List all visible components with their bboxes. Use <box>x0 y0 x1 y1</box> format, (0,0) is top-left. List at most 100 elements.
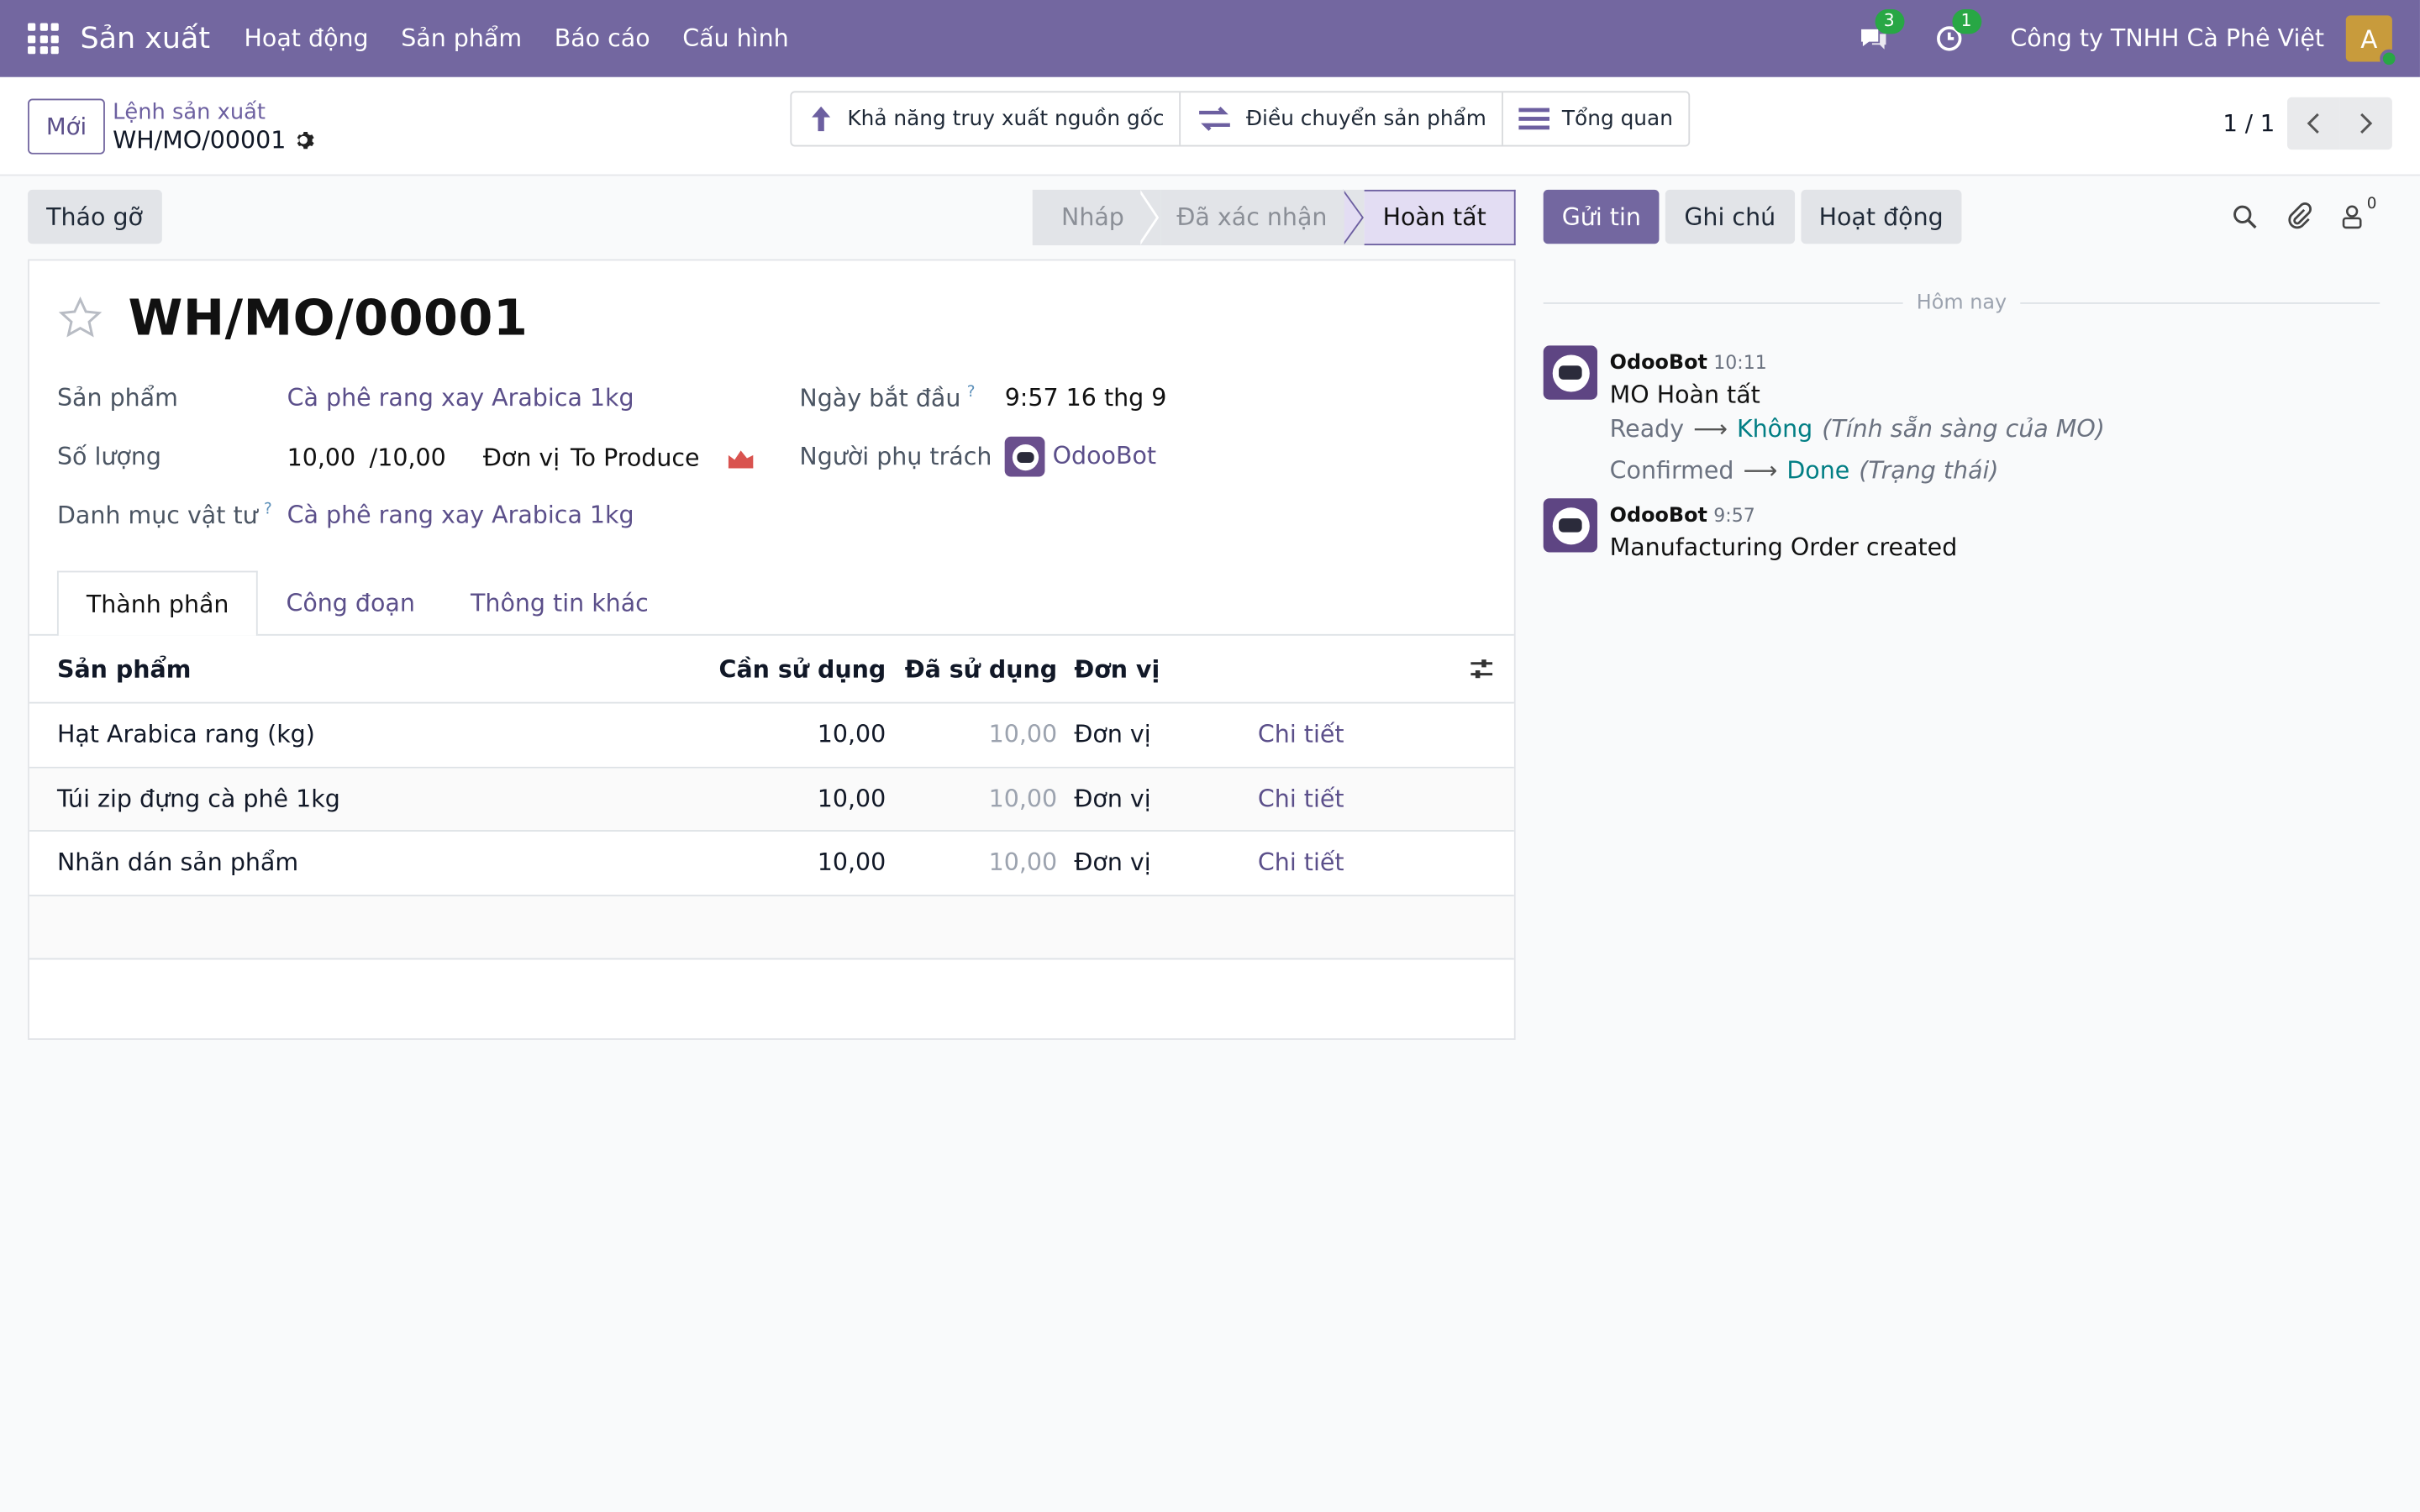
tracking-field: (Trạng thái) <box>1859 456 1999 485</box>
product-moves-label: Điều chuyển sản phẩm <box>1245 106 1486 132</box>
log-note-button[interactable]: Ghi chú <box>1665 189 1795 244</box>
traceability-button[interactable]: Khả năng truy xuất nguồn gốc <box>792 92 1181 145</box>
row-uom: Đơn vị <box>1074 848 1151 877</box>
paperclip-icon[interactable] <box>2285 202 2312 230</box>
odoobot-avatar[interactable] <box>1543 345 1597 400</box>
menu-operations[interactable]: Hoạt động <box>245 24 369 52</box>
overview-button[interactable]: Tổng quan <box>1503 92 1688 144</box>
smart-buttons: Khả năng truy xuất nguồn gốc Điều chuyển… <box>790 91 1691 147</box>
qty-produced-input[interactable]: 10,00 <box>287 444 356 472</box>
chatter-icons: 0 <box>2231 195 2377 230</box>
avatar-letter: A <box>2360 24 2378 54</box>
table-row[interactable]: Túi zip đựng cà phê 1kg 10,00 10,00 Đơn … <box>29 767 1514 832</box>
messages-icon[interactable]: 3 <box>1856 9 1904 55</box>
message-time: 9:57 <box>1713 504 1755 527</box>
breadcrumb-current: WH/MO/00001 <box>113 126 317 154</box>
company-switcher[interactable]: Công ty TNHH Cà Phê Việt <box>2010 24 2324 52</box>
help-tooltip-icon[interactable]: ? <box>967 384 976 401</box>
row-detail-button[interactable]: Chi tiết <box>1258 721 1344 748</box>
tab-miscellaneous[interactable]: Thông tin khác <box>443 571 676 636</box>
col-product[interactable]: Sản phẩm <box>57 655 191 683</box>
traceability-label: Khả năng truy xuất nguồn gốc <box>847 106 1165 132</box>
user-avatar[interactable]: A <box>2345 15 2399 68</box>
row-detail-button[interactable]: Chi tiết <box>1258 849 1344 877</box>
message-text: Manufacturing Order created <box>1609 533 1958 562</box>
stage-confirmed-label: Đã xác nhận <box>1176 203 1328 232</box>
control-panel: Mới Lệnh sản xuất WH/MO/00001 Khả năng t… <box>0 76 2420 176</box>
activities-clock-icon[interactable]: 1 <box>1933 9 1981 55</box>
row-consumed: 10,00 <box>988 848 1058 877</box>
forecast-chart-icon[interactable] <box>728 448 755 470</box>
menu-configuration[interactable]: Cấu hình <box>682 24 788 52</box>
breadcrumb: Lệnh sản xuất WH/MO/00001 <box>113 98 317 154</box>
menu-products[interactable]: Sản phẩm <box>401 24 522 52</box>
product-label: Sản phẩm <box>56 384 178 412</box>
message-body: OdooBot 9:57 Manufacturing Order created <box>1609 498 1958 562</box>
top-navbar: Sản xuất Hoạt động Sản phẩm Báo cáo Cấu … <box>0 0 2420 77</box>
table-row[interactable]: Hạt Arabica rang (kg) 10,00 10,00 Đơn vị… <box>29 703 1514 768</box>
tracking-old-value: Confirmed <box>1609 456 1734 485</box>
row-to-consume: 10,00 <box>817 721 886 749</box>
unbuild-button[interactable]: Tháo gỡ <box>28 189 161 244</box>
messages-badge: 3 <box>1874 9 1904 34</box>
bom-value-link[interactable]: Cà phê rang xay Arabica 1kg <box>287 501 634 529</box>
gear-icon[interactable] <box>295 129 317 150</box>
product-moves-button[interactable]: Điều chuyển sản phẩm <box>1181 92 1504 145</box>
app-name[interactable]: Sản xuất <box>81 22 211 55</box>
optional-columns-icon[interactable] <box>1468 655 1496 683</box>
followers-button[interactable]: 0 <box>2339 195 2377 229</box>
quantity-label: Số lượng <box>56 443 161 471</box>
bom-label-text: Danh mục vật tư <box>56 501 258 530</box>
help-tooltip-icon[interactable]: ? <box>264 501 272 518</box>
start-date-label: Ngày bắt đầu? <box>799 384 975 412</box>
breadcrumb-parent-link[interactable]: Lệnh sản xuất <box>113 98 317 126</box>
stage-confirmed[interactable]: Đã xác nhận <box>1160 189 1344 246</box>
col-consumed[interactable]: Đã sử dụng <box>905 655 1057 683</box>
tracking-old-value: Ready <box>1609 415 1685 444</box>
qty-uom[interactable]: Đơn vị <box>483 444 560 472</box>
stage-done-label: Hoàn tất <box>1382 203 1486 232</box>
breadcrumb-current-label: WH/MO/00001 <box>113 125 287 154</box>
title-row: WH/MO/00001 <box>57 288 528 347</box>
chevron-right-icon <box>2360 113 2373 134</box>
star-icon[interactable] <box>57 295 103 341</box>
col-uom[interactable]: Đơn vị <box>1074 655 1160 683</box>
tab-components[interactable]: Thành phần <box>56 570 259 636</box>
tab-work-orders[interactable]: Công đoạn <box>258 571 443 636</box>
odoobot-avatar[interactable] <box>1543 498 1597 553</box>
row-to-consume: 10,00 <box>817 785 886 813</box>
product-value-link[interactable]: Cà phê rang xay Arabica 1kg <box>287 384 634 412</box>
pager-previous-button[interactable] <box>2286 97 2340 150</box>
send-message-button[interactable]: Gửi tin <box>1543 189 1660 244</box>
message-author[interactable]: OdooBot <box>1610 352 1707 375</box>
message-author[interactable]: OdooBot <box>1610 505 1707 528</box>
stage-draft[interactable]: Nháp <box>1032 189 1142 246</box>
search-icon[interactable] <box>2231 203 2257 229</box>
responsible-value[interactable]: OdooBot <box>1053 442 1156 470</box>
menu-reporting[interactable]: Báo cáo <box>555 24 650 52</box>
pager: 1 / 1 <box>2223 97 2392 150</box>
form-sheet: WH/MO/00001 Sản phẩm Cà phê rang xay Ara… <box>28 259 1516 1040</box>
row-product: Hạt Arabica rang (kg) <box>56 721 315 749</box>
form-statusbar: Tháo gỡ Nháp Đã xác nhận Hoàn tất <box>28 189 1516 246</box>
pager-value[interactable]: 1 / 1 <box>2223 109 2275 137</box>
followers-count: 0 <box>2366 195 2377 213</box>
transfer-arrows-icon <box>1199 107 1231 131</box>
pager-next-button[interactable] <box>2339 97 2392 150</box>
chatter-topbar: Gửi tin Ghi chú Hoạt động <box>1543 189 1962 244</box>
stage-draft-label: Nháp <box>1061 203 1124 232</box>
table-row[interactable]: Nhãn dán sản phẩm 10,00 10,00 Đơn vị Chi… <box>29 831 1514 896</box>
table-header: Sản phẩm Cần sử dụng Đã sử dụng Đơn vị <box>29 636 1514 704</box>
stage-done[interactable]: Hoàn tất <box>1364 189 1516 246</box>
message-text: MO Hoàn tất <box>1609 381 1760 409</box>
new-button[interactable]: Mới <box>28 97 105 154</box>
row-to-consume: 10,00 <box>817 848 886 877</box>
responsible-field[interactable]: OdooBot <box>1004 436 1156 477</box>
activity-button[interactable]: Hoạt động <box>1800 189 1962 244</box>
start-date-value[interactable]: 9:57 16 thg 9 <box>1005 384 1167 412</box>
arrow-right-icon: ⟶ <box>1693 415 1728 444</box>
col-to-consume[interactable]: Cần sử dụng <box>719 655 886 683</box>
apps-menu-icon[interactable] <box>28 23 59 55</box>
date-separator: Hôm nay <box>1543 291 2381 315</box>
row-detail-button[interactable]: Chi tiết <box>1258 785 1344 812</box>
